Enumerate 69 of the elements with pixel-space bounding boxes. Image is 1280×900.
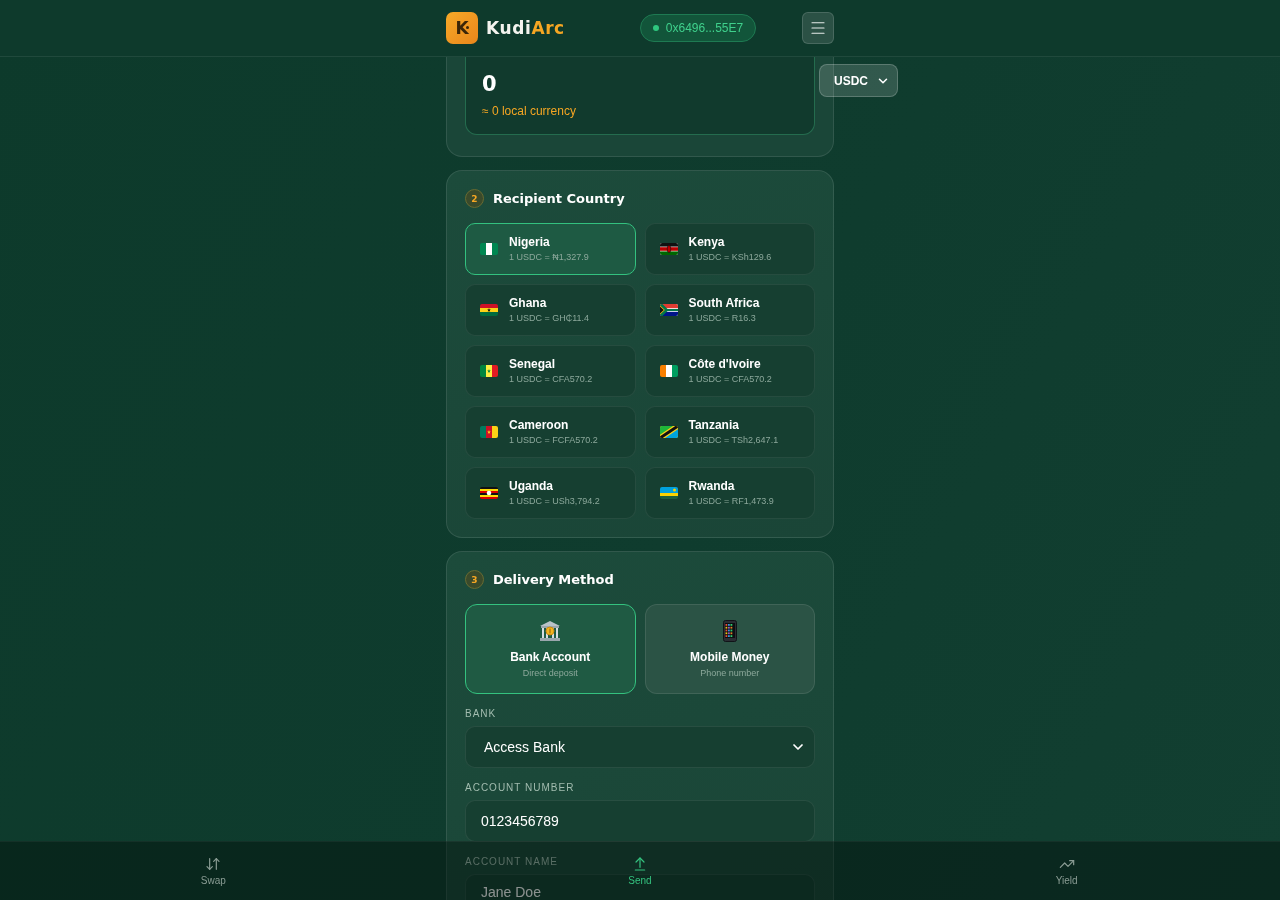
flag-icon <box>659 426 678 438</box>
country-name: Uganda <box>509 479 553 494</box>
step-number: 2 <box>465 189 484 208</box>
country-option[interactable]: South Africa 1 USDC = R16.3 <box>644 284 815 336</box>
exchange-rate: 1 USDC = GH₵11.4 <box>509 313 590 324</box>
field-label: ACCOUNT NUMBER <box>465 782 575 794</box>
country-option[interactable]: Nigeria 1 USDC = ₦1,327.9 <box>465 223 636 275</box>
local-estimate: ≈ 0 local currency <box>482 103 576 119</box>
menu-icon <box>809 19 827 37</box>
dropdown-field[interactable]: Access Bank <box>465 726 815 768</box>
exchange-rate: 1 USDC = FCFA570.2 <box>509 435 598 446</box>
country-name: Kenya <box>688 235 725 250</box>
exchange-rate: 1 USDC = ₦1,327.9 <box>509 252 589 263</box>
flag-icon <box>480 243 498 255</box>
option-subtitle: Phone number <box>700 666 760 679</box>
exchange-rate: 1 USDC = RF1,473.9 <box>688 496 774 507</box>
country-option[interactable]: Kenya 1 USDC = KSh129.6 <box>644 223 815 275</box>
wallet-address-button[interactable]: 0x6496...55E7 <box>639 14 757 42</box>
flag-icon <box>659 487 678 499</box>
country-name: Côte d'Ivoire <box>688 357 761 372</box>
option-title: Bank Account <box>510 649 591 665</box>
section-title: Recipient Country <box>493 191 625 206</box>
country-name: Ghana <box>509 296 547 311</box>
country-option[interactable]: Rwanda 1 USDC = RF1,473.9 <box>644 467 815 519</box>
exchange-rate: 1 USDC = USh3,794.2 <box>509 496 600 507</box>
country-option[interactable]: Uganda 1 USDC = USh3,794.2 <box>465 467 636 519</box>
delivery-option[interactable]: Bank Account Direct deposit <box>465 604 636 694</box>
option-title: Mobile Money <box>690 649 770 665</box>
country-name: Cameroon <box>509 418 569 433</box>
flag-icon <box>659 243 678 255</box>
step-number: 3 <box>465 570 484 589</box>
amount-value: 0 <box>482 71 497 97</box>
exchange-rate: 1 USDC = CFA570.2 <box>688 374 772 385</box>
nav-tab[interactable]: Swap <box>196 853 230 889</box>
phone-icon <box>722 619 737 642</box>
arrows-up-down-icon <box>205 855 222 872</box>
nav-tab[interactable]: Yield <box>1051 853 1082 889</box>
country-name: Nigeria <box>509 235 550 250</box>
country-name: Senegal <box>509 357 556 372</box>
delivery-option[interactable]: Mobile Money Phone number <box>644 604 815 694</box>
country-option[interactable]: Côte d'Ivoire 1 USDC = CFA570.2 <box>644 345 815 397</box>
flag-icon <box>480 365 498 377</box>
flag-icon <box>480 304 498 316</box>
country-name: Rwanda <box>688 479 735 494</box>
country-option[interactable]: Ghana 1 USDC = GH₵11.4 <box>465 284 636 336</box>
country-option[interactable]: Senegal 1 USDC = CFA570.2 <box>465 345 636 397</box>
exchange-rate: 1 USDC = TSh2,647.1 <box>688 435 779 446</box>
country-option[interactable]: Tanzania 1 USDC = TSh2,647.1 <box>644 406 815 458</box>
exchange-rate: 1 USDC = CFA570.2 <box>509 374 593 385</box>
input-field[interactable]: 0123456789 <box>465 800 815 842</box>
field-label: ACCOUNT NAME <box>465 856 558 868</box>
currency-select[interactable]: USDC <box>819 64 898 97</box>
bank-icon <box>539 619 562 642</box>
brand-name: KudiArc <box>486 18 565 38</box>
menu-button[interactable] <box>802 12 834 44</box>
country-name: South Africa <box>688 296 760 311</box>
country-option[interactable]: Cameroon 1 USDC = FCFA570.2 <box>465 406 636 458</box>
country-name: Tanzania <box>688 418 739 433</box>
flag-icon <box>659 365 678 377</box>
upload-icon <box>632 855 648 872</box>
flag-icon <box>480 487 498 499</box>
exchange-rate: 1 USDC = R16.3 <box>688 313 756 324</box>
exchange-rate: 1 USDC = KSh129.6 <box>688 252 772 263</box>
field-label: BANK <box>465 708 497 720</box>
flag-icon <box>480 426 498 438</box>
logo-mark: K <box>446 12 478 44</box>
flag-icon <box>659 304 678 316</box>
section-title: Delivery Method <box>493 572 614 587</box>
option-subtitle: Direct deposit <box>522 666 578 679</box>
